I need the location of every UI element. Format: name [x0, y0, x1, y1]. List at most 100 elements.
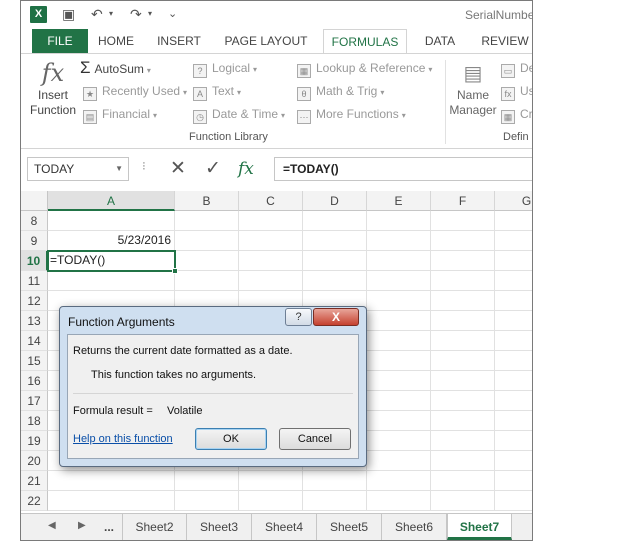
- ok-button[interactable]: OK: [195, 428, 267, 450]
- grid-cell[interactable]: [367, 451, 431, 471]
- text-button[interactable]: A Text ▾: [193, 81, 241, 101]
- help-icon[interactable]: ?: [285, 308, 312, 326]
- grid-cell[interactable]: [431, 251, 495, 271]
- grid-cell[interactable]: [175, 231, 239, 251]
- fill-handle[interactable]: [172, 268, 178, 274]
- enter-entry-icon[interactable]: ✓: [200, 156, 226, 182]
- grid-cell[interactable]: [239, 491, 303, 511]
- grid-cell[interactable]: [431, 211, 495, 231]
- row-header-22[interactable]: 22: [21, 491, 48, 511]
- grid-cell[interactable]: [495, 491, 532, 511]
- cancel-button[interactable]: Cancel: [279, 428, 351, 450]
- customize-toolbar-icon[interactable]: ⌄: [168, 5, 177, 23]
- grid-cell[interactable]: [239, 271, 303, 291]
- grid-cell[interactable]: [48, 471, 175, 491]
- redo-icon[interactable]: ↷: [130, 5, 142, 23]
- grid-cell[interactable]: [175, 211, 239, 231]
- grid-cell[interactable]: [431, 291, 495, 311]
- define-name-button[interactable]: ▭De: [501, 58, 532, 78]
- grid-cell[interactable]: [303, 491, 367, 511]
- grid-cell[interactable]: [431, 411, 495, 431]
- row-header-15[interactable]: 15: [21, 351, 48, 371]
- grid-cell[interactable]: [239, 251, 303, 271]
- row-header-12[interactable]: 12: [21, 291, 48, 311]
- tab-review[interactable]: REVIEW: [477, 29, 532, 53]
- row-header-18[interactable]: 18: [21, 411, 48, 431]
- grid-cell[interactable]: [431, 351, 495, 371]
- grid-cell[interactable]: [495, 451, 532, 471]
- date-time-button[interactable]: ◷ Date & Time ▾: [193, 104, 285, 124]
- column-header-g[interactable]: G: [495, 191, 532, 211]
- grid-cell[interactable]: [495, 291, 532, 311]
- insert-function-icon[interactable]: fx: [238, 156, 254, 182]
- grid-cell[interactable]: [367, 391, 431, 411]
- name-box[interactable]: TODAY ▼: [27, 157, 129, 181]
- tab-home[interactable]: HOME: [93, 29, 139, 53]
- row-header-9[interactable]: 9: [21, 231, 48, 251]
- grid-cell[interactable]: [367, 351, 431, 371]
- grid-cell[interactable]: [431, 331, 495, 351]
- grid-cell[interactable]: [431, 371, 495, 391]
- grid-cell[interactable]: [367, 231, 431, 251]
- sheet-tab-sheet5[interactable]: Sheet5: [317, 514, 382, 540]
- grid-cell[interactable]: [431, 471, 495, 491]
- tab-formulas[interactable]: FORMULAS: [323, 29, 407, 54]
- sheet-tab-sheet2[interactable]: Sheet2: [122, 514, 187, 540]
- next-sheet-icon[interactable]: ▶: [78, 520, 86, 531]
- tab-page-layout[interactable]: PAGE LAYOUT: [221, 29, 311, 53]
- grid-cell[interactable]: [367, 411, 431, 431]
- grid-cell[interactable]: [303, 211, 367, 231]
- sheet-tab-sheet6[interactable]: Sheet6: [382, 514, 447, 540]
- grid-cell[interactable]: [367, 251, 431, 271]
- cell-a10-active[interactable]: =TODAY(): [47, 250, 178, 274]
- row-header-11[interactable]: 11: [21, 271, 48, 291]
- autosum-button[interactable]: Σ AutoSum ▾: [80, 58, 151, 78]
- grid-cell[interactable]: [495, 431, 532, 451]
- grid-cell[interactable]: [495, 251, 532, 271]
- grid-cell[interactable]: [367, 431, 431, 451]
- grid-cell[interactable]: [495, 231, 532, 251]
- row-header-10[interactable]: 10: [21, 251, 48, 271]
- grid-cell[interactable]: [495, 371, 532, 391]
- tab-file[interactable]: FILE: [32, 29, 88, 53]
- row-header-21[interactable]: 21: [21, 471, 48, 491]
- grid-cell[interactable]: [431, 271, 495, 291]
- grid-cell[interactable]: [495, 411, 532, 431]
- grid-cell[interactable]: [367, 331, 431, 351]
- grid-cell[interactable]: [431, 311, 495, 331]
- redo-dropdown-icon[interactable]: ▾: [148, 5, 152, 23]
- grid-cell[interactable]: [303, 271, 367, 291]
- undo-dropdown-icon[interactable]: ▾: [109, 5, 113, 23]
- column-header-c[interactable]: C: [239, 191, 303, 211]
- grid-cell[interactable]: [367, 211, 431, 231]
- grid-cell[interactable]: [48, 271, 175, 291]
- more-functions-button[interactable]: ⋯ More Functions ▾: [297, 104, 406, 124]
- cancel-entry-icon[interactable]: ✕: [165, 156, 191, 182]
- save-icon[interactable]: ▣: [62, 5, 75, 23]
- use-in-formula-button[interactable]: fxUs: [501, 81, 532, 101]
- math-trig-button[interactable]: θ Math & Trig ▾: [297, 81, 384, 101]
- formula-bar-resize-handle[interactable]: ⁝: [142, 159, 146, 173]
- grid-cell[interactable]: [431, 491, 495, 511]
- grid-cell[interactable]: [175, 471, 239, 491]
- grid-cell[interactable]: [495, 471, 532, 491]
- row-header-16[interactable]: 16: [21, 371, 48, 391]
- row-header-19[interactable]: 19: [21, 431, 48, 451]
- grid-cell[interactable]: [495, 391, 532, 411]
- column-header-d[interactable]: D: [303, 191, 367, 211]
- sheet-tab-sheet7-active[interactable]: Sheet7: [447, 514, 512, 540]
- grid-cell[interactable]: [48, 491, 175, 511]
- excel-logo-icon[interactable]: X: [30, 6, 47, 23]
- lookup-reference-button[interactable]: ▦ Lookup & Reference ▾: [297, 58, 432, 78]
- create-from-selection-button[interactable]: ▦ Cr: [501, 104, 532, 124]
- grid-cell[interactable]: [367, 291, 431, 311]
- grid-cell[interactable]: [175, 251, 239, 271]
- grid-cell[interactable]: [175, 271, 239, 291]
- column-header-a[interactable]: A: [48, 191, 175, 211]
- name-manager-button[interactable]: ▤ Name Manager: [449, 58, 497, 118]
- sheet-tab-sheet3[interactable]: Sheet3: [187, 514, 252, 540]
- grid-cell[interactable]: [367, 311, 431, 331]
- grid-cell[interactable]: [239, 211, 303, 231]
- previous-sheet-icon[interactable]: ◀: [48, 520, 56, 531]
- close-icon[interactable]: X: [313, 308, 359, 326]
